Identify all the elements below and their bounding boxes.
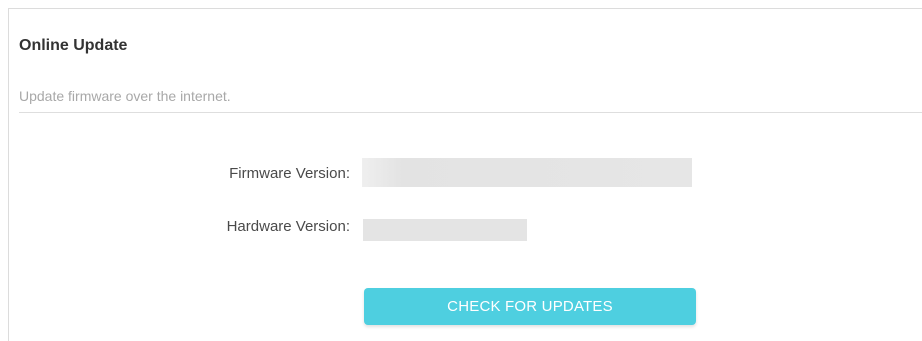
- check-for-updates-button[interactable]: CHECK FOR UPDATES: [364, 288, 696, 325]
- firmware-version-label: Firmware Version:: [229, 165, 350, 182]
- firmware-version-value: [362, 158, 692, 187]
- section-subtitle: Update firmware over the internet.: [19, 88, 231, 104]
- hardware-version-label: Hardware Version:: [226, 218, 350, 235]
- online-update-panel: Online Update Update firmware over the i…: [8, 8, 922, 341]
- hardware-version-value: [363, 219, 527, 241]
- section-title: Online Update: [19, 37, 128, 54]
- section-divider: [19, 112, 922, 113]
